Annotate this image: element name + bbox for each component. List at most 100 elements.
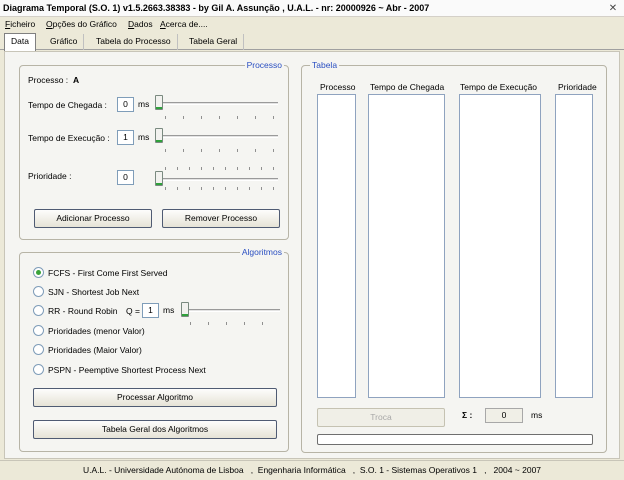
menu-ficheiro[interactable]: Ficheiro	[5, 19, 35, 29]
chegada-unit: ms	[138, 99, 150, 109]
status-text: U.A.L. - Universidade Autónoma de Lisboa…	[82, 465, 542, 475]
prioridade-label: Prioridade :	[28, 171, 72, 181]
sigma-value: 0	[485, 408, 523, 423]
menu-acerca[interactable]: Acerca de....	[160, 19, 208, 29]
column-processo-header: Processo	[320, 82, 356, 92]
tabela-geral-algoritmos-button[interactable]: Tabela Geral dos Algoritmos	[33, 420, 277, 439]
menu-opcoes-grafico[interactable]: Opções do Gráfico	[46, 19, 117, 29]
slider-tick	[255, 149, 256, 152]
title-bar: Diagrama Temporal (S.O. 1) v1.5.2663.383…	[0, 0, 624, 17]
slider-tick	[189, 187, 190, 190]
chegada-slider[interactable]	[156, 102, 278, 105]
close-icon[interactable]: ✕	[606, 2, 620, 15]
column-chegada-header: Tempo de Chegada	[370, 82, 445, 92]
quantum-slider[interactable]	[182, 309, 280, 312]
option-fcfs-label[interactable]: FCFS - First Come First Served	[48, 268, 167, 278]
slider-tick	[249, 167, 250, 170]
slider-tick	[237, 167, 238, 170]
quantum-unit: ms	[163, 305, 175, 315]
radio-prioridades-menor[interactable]	[33, 325, 44, 336]
slider-tick	[273, 167, 274, 170]
slider-tick	[165, 167, 166, 170]
quantum-slider-thumb[interactable]	[181, 302, 189, 317]
slider-tick	[255, 116, 256, 119]
tabela-legend: Tabela	[310, 60, 340, 70]
slider-tick	[225, 167, 226, 170]
tab-tabela-processo[interactable]: Tabela do Processo	[90, 34, 178, 50]
processo-group: Processo Processo : A Tempo de Chegada :…	[19, 60, 289, 240]
column-prioridade-header: Prioridade	[558, 82, 597, 92]
radio-rr[interactable]	[33, 305, 44, 316]
slider-tick	[201, 116, 202, 119]
menu-dados[interactable]: Dados	[128, 19, 153, 29]
slider-tick	[177, 167, 178, 170]
slider-tick	[201, 187, 202, 190]
option-prioridades-maior-label[interactable]: Prioridades (Maior Valor)	[48, 345, 142, 355]
option-sjn-label[interactable]: SJN - Shortest Job Next	[48, 287, 139, 297]
slider-tick	[226, 322, 227, 325]
slider-tick	[261, 187, 262, 190]
remover-processo-button[interactable]: Remover Processo	[162, 209, 280, 228]
tab-data[interactable]: Data	[4, 33, 36, 51]
slider-tick	[190, 322, 191, 325]
processo-list[interactable]	[317, 94, 356, 398]
menu-bar: Ficheiro Opções do Gráfico Dados Acerca …	[0, 17, 624, 32]
quantum-input[interactable]: 1	[142, 303, 159, 318]
processar-algoritmo-button[interactable]: Processar Algoritmo	[33, 388, 277, 407]
slider-tick	[261, 167, 262, 170]
tab-grafico[interactable]: Gráfico	[44, 34, 85, 50]
window-title: Diagrama Temporal (S.O. 1) v1.5.2663.383…	[3, 3, 430, 13]
slider-tick	[244, 322, 245, 325]
algoritmos-legend: Algoritmos	[239, 247, 284, 257]
prioridade-slider-thumb[interactable]	[155, 171, 163, 186]
slider-tick	[177, 187, 178, 190]
slider-tick	[165, 116, 166, 119]
slider-tick	[213, 187, 214, 190]
tab-tabela-geral[interactable]: Tabela Geral	[183, 34, 245, 50]
slider-tick	[249, 187, 250, 190]
adicionar-processo-button[interactable]: Adicionar Processo	[34, 209, 152, 228]
slider-tick	[237, 116, 238, 119]
slider-tick	[165, 149, 166, 152]
prioridade-input[interactable]: 0	[117, 170, 134, 185]
slider-tick	[201, 149, 202, 152]
radio-prioridades-maior[interactable]	[33, 344, 44, 355]
slider-tick	[219, 149, 220, 152]
algoritmos-group: Algoritmos FCFS - First Come First Serve…	[19, 247, 289, 452]
sigma-unit: ms	[531, 410, 543, 420]
slider-tick	[237, 187, 238, 190]
radio-fcfs[interactable]	[33, 267, 44, 278]
option-rr-label[interactable]: RR - Round Robin	[48, 306, 117, 316]
slider-tick	[208, 322, 209, 325]
option-prioridades-menor-label[interactable]: Prioridades (menor Valor)	[48, 326, 145, 336]
progress-bar	[317, 434, 593, 445]
execucao-slider[interactable]	[156, 135, 278, 138]
chegada-slider-thumb[interactable]	[155, 95, 163, 110]
prioridade-slider[interactable]	[156, 178, 278, 181]
slider-tick	[201, 167, 202, 170]
slider-tick	[225, 187, 226, 190]
tabela-group: Tabela Processo Tempo de Chegada Tempo d…	[301, 60, 607, 453]
option-pspn-label[interactable]: PSPN - Peemptive Shortest Process Next	[48, 365, 206, 375]
slider-tick	[273, 149, 274, 152]
chegada-label: Tempo de Chegada :	[28, 100, 107, 110]
slider-tick	[183, 116, 184, 119]
execucao-unit: ms	[138, 132, 150, 142]
radio-sjn[interactable]	[33, 286, 44, 297]
chegada-list[interactable]	[368, 94, 445, 398]
radio-pspn[interactable]	[33, 364, 44, 375]
slider-tick	[273, 187, 274, 190]
processo-label: Processo :	[28, 75, 69, 85]
execucao-slider-thumb[interactable]	[155, 128, 163, 143]
status-bar: U.A.L. - Universidade Autónoma de Lisboa…	[0, 460, 624, 480]
troca-button[interactable]: Troca	[317, 408, 445, 427]
slider-tick	[237, 149, 238, 152]
tab-strip: Data Gráfico Tabela do Processo Tabela G…	[0, 32, 624, 51]
prioridade-list[interactable]	[555, 94, 593, 398]
execucao-input[interactable]: 1	[117, 130, 134, 145]
slider-tick	[262, 322, 263, 325]
processo-value: A	[73, 75, 80, 85]
sigma-label: Σ :	[462, 410, 473, 420]
execucao-list[interactable]	[459, 94, 541, 398]
chegada-input[interactable]: 0	[117, 97, 134, 112]
